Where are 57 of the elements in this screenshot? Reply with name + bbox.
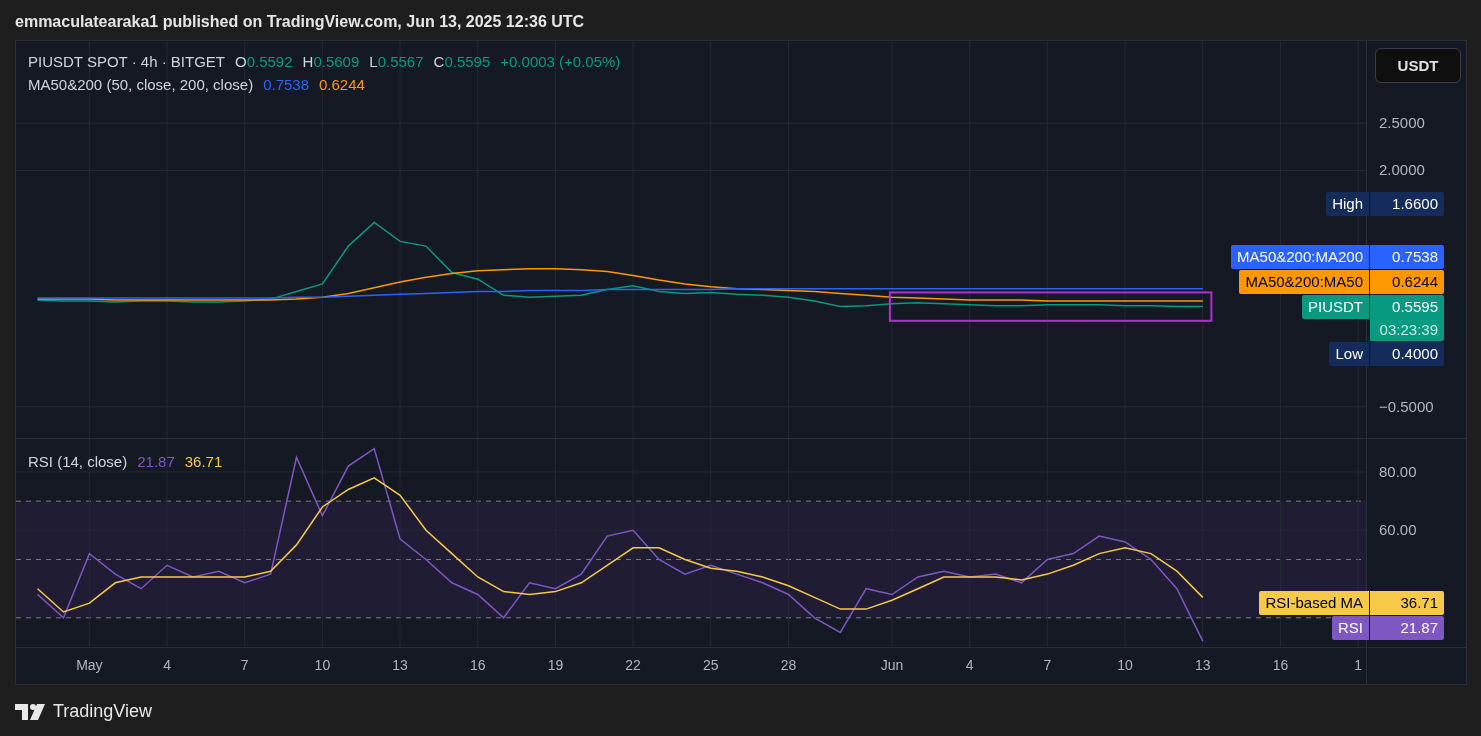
price-label-tag: High xyxy=(1326,192,1369,216)
time-tick-label: Jun xyxy=(879,657,905,673)
price-label-tag: PIUSDT xyxy=(1302,295,1369,319)
indicator-title: MA50&200 (50, close, 200, close) xyxy=(28,76,254,93)
time-tick-label: 13 xyxy=(1193,657,1212,673)
rsi-label-value: 36.71 xyxy=(1370,591,1444,615)
time-tick-label: May xyxy=(75,657,104,673)
axis-tick-label: 60.00 xyxy=(1379,521,1417,539)
rsi-label-tag: RSI-based MA xyxy=(1259,591,1369,615)
time-tick-label: 22 xyxy=(624,657,642,673)
time-tick-label: 16 xyxy=(1271,657,1290,673)
rsi-label-value: 21.87 xyxy=(1370,616,1444,640)
countdown-timer: 03:23:39 xyxy=(1379,320,1438,340)
price-label-value: 0.5595 xyxy=(1392,297,1438,317)
ohlc-value: 0.5609 xyxy=(313,53,360,70)
axis-tick-label: −0.5000 xyxy=(1379,397,1434,415)
time-tick-label: 4 xyxy=(964,657,975,673)
time-tick-label: 25 xyxy=(702,657,720,673)
time-tick-label: 7 xyxy=(1042,657,1053,673)
price-label-tag: Low xyxy=(1329,342,1369,366)
ohlc-label: C xyxy=(433,53,445,70)
price-label-value: 1.6600 xyxy=(1370,192,1444,216)
price-label-value: 0.4000 xyxy=(1370,342,1444,366)
brand-name: TradingView xyxy=(53,701,153,722)
price-label-tag: MA50&200:MA50 xyxy=(1239,270,1369,294)
ohlc-label: L xyxy=(369,53,378,70)
time-tick-label: 4 xyxy=(162,657,172,673)
axis-tick-label: 2.0000 xyxy=(1379,161,1425,179)
ohlc-value: 0.5592 xyxy=(246,53,293,70)
time-tick-label: 10 xyxy=(313,657,332,673)
price-label-value: 0.7538 xyxy=(1392,247,1438,267)
time-tick-label: 7 xyxy=(239,657,250,673)
price-change: +0.0003 (+0.05%) xyxy=(500,53,621,70)
indicator-value: 21.87 xyxy=(137,453,175,470)
logo-icon xyxy=(15,703,47,720)
ohlc-value: 0.5567 xyxy=(377,53,424,70)
time-tick-label: 1 xyxy=(1353,657,1363,673)
rsi-label-tag: RSI xyxy=(1332,616,1369,640)
axis-tick-label: 80.00 xyxy=(1379,462,1417,480)
publish-info: emmaculatearaka1 published on TradingView.com, Jun 13, 2025 12:36 UTC xyxy=(15,12,586,32)
indicator-value: 36.71 xyxy=(184,453,223,470)
currency-button[interactable]: USDT xyxy=(1375,48,1461,83)
time-tick-label: 19 xyxy=(546,657,565,673)
time-tick-label: 10 xyxy=(1116,657,1134,673)
indicator-title: RSI (14, close) xyxy=(28,453,128,470)
time-tick-label: 16 xyxy=(468,657,487,673)
time-tick-label: 28 xyxy=(779,657,798,673)
price-label-tag: MA50&200:MA200 xyxy=(1231,245,1369,269)
ohlc-label: O xyxy=(235,53,247,70)
time-tick-label: 13 xyxy=(391,657,409,673)
ohlc-label: H xyxy=(302,53,314,70)
indicator-value: 0.6244 xyxy=(319,76,365,93)
price-label-value: 0.6244 xyxy=(1392,272,1438,292)
axis-tick-label: 2.5000 xyxy=(1379,114,1425,132)
symbol-title: PIUSDT SPOT · 4h · BITGET xyxy=(28,53,225,70)
ohlc-value: 0.5595 xyxy=(444,53,491,70)
indicator-value: 0.7538 xyxy=(263,76,309,93)
